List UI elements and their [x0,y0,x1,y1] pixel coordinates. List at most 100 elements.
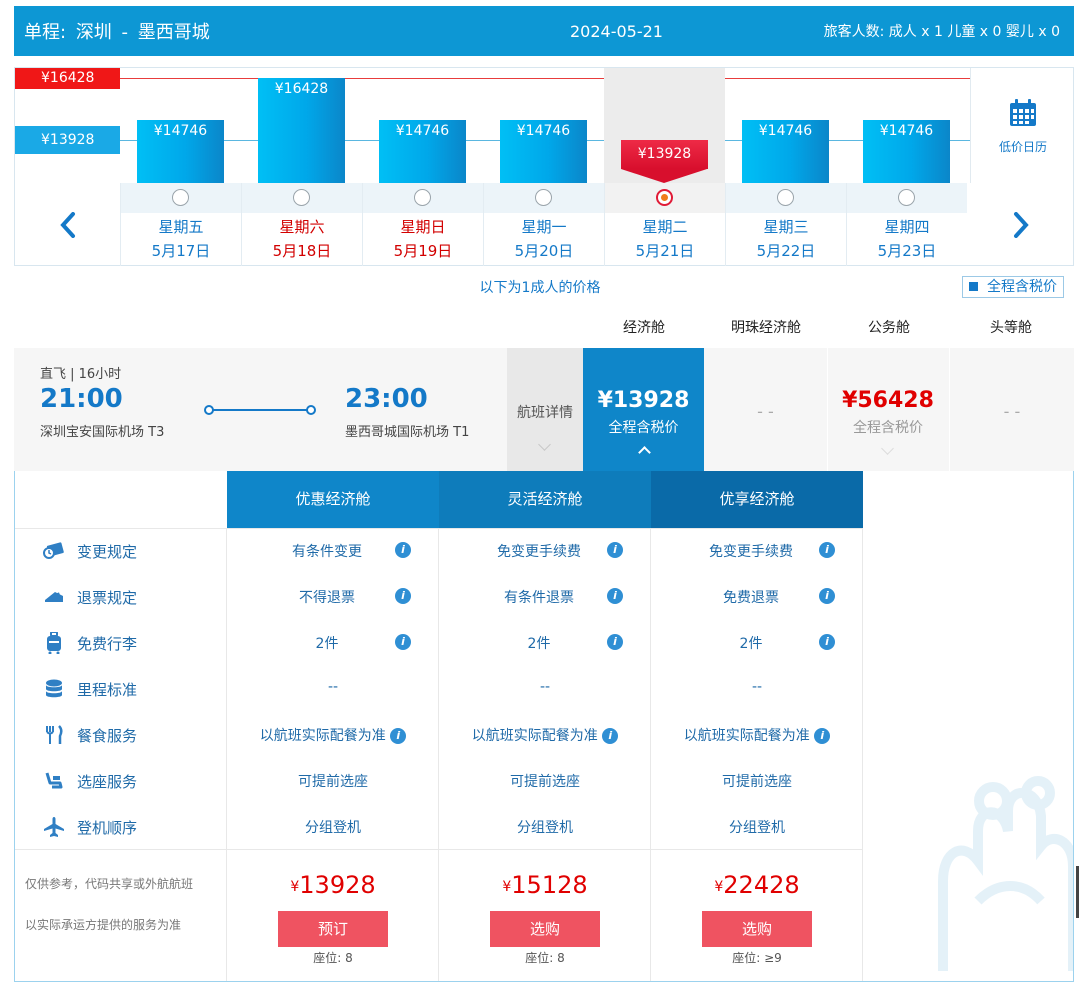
currency-symbol: ¥ [502,879,512,895]
fare-rule-value-text: 不得退票 [299,590,355,606]
info-icon[interactable]: i [607,588,623,604]
day-date: 5月20日 [514,242,574,260]
economy-fare-cell[interactable]: ¥13928 全程含税价 [583,348,704,471]
day-weekday: 星期六 [279,218,325,236]
day-radio-row [121,183,241,213]
day-radio[interactable] [535,189,552,206]
fare-rule-text: 免费行李 [77,634,138,653]
price-bar[interactable]: ¥14746 [500,119,587,183]
price-bar-chart: ¥16428 ¥13928 ¥14746 ¥16428 ¥14746 ¥14746 ¥1… [15,68,1073,183]
fare-rule-value-text: 以航班实际配餐为准 [683,728,810,744]
first-class-unavailable: - - [949,348,1074,471]
calendar-day[interactable]: 星期三 5月22日 [725,183,846,266]
departure-airport: 深圳宝安国际机场 T3 [40,425,165,440]
day-radio[interactable] [414,189,431,206]
info-icon[interactable]: i [819,542,835,558]
low-price-calendar-button[interactable]: 低价日历 [970,68,1073,183]
fare-rule-value-text: -- [539,679,551,695]
info-icon[interactable]: i [814,728,831,744]
fare-rule-value: 可提前选座 [227,771,439,791]
next-week-button[interactable] [968,183,1073,266]
purchase-button[interactable]: 选购 [702,911,812,947]
calendar-day[interactable]: 星期二 5月21日 [604,183,725,266]
meal-icon [43,724,65,746]
info-icon[interactable]: i [819,634,835,650]
day-radio-row [363,183,483,213]
seats-remaining: 座位: ≥9 [732,951,782,965]
fare-rule-value-text: 分组登机 [729,820,785,836]
departure-dot [204,405,214,415]
fare-column-flexible-economy: 灵活经济舱 [439,471,651,528]
day-radio-row [726,183,846,213]
max-price-tag: ¥16428 [15,68,120,89]
cabin-heading-business: 公务舱 [868,320,910,336]
fare-rule-value: 不得退票 i [227,587,439,607]
business-fare-cell[interactable]: ¥56428 全程含税价 [827,348,948,471]
prev-week-button[interactable] [15,183,120,266]
day-radio[interactable] [172,189,189,206]
day-radio-row [605,183,725,213]
day-radio[interactable] [293,189,310,206]
fare-rule-value: 分组登机 [227,817,439,837]
day-radio[interactable] [898,189,915,206]
info-icon[interactable]: i [607,542,623,558]
fare-rule-text: 退票规定 [77,588,138,607]
price-bar[interactable]: ¥14746 [742,119,829,183]
price-bar[interactable]: ¥14746 [379,119,466,183]
fare-rule-value-text: 以航班实际配餐为准 [471,728,598,744]
fare-rule-text: 里程标准 [77,680,138,699]
arrival-airport: 墨西哥城国际机场 T1 [345,425,470,440]
fare-price: ¥22428 [651,871,863,899]
fare-rule-value: 可提前选座 [439,771,651,791]
fare-rule-value: 可提前选座 [651,771,863,791]
day-radio[interactable] [777,189,794,206]
fare-rule-value-text: -- [327,679,339,695]
fare-rule-value: -- [651,679,863,695]
watermark-flower-icon [938,776,1073,971]
info-icon[interactable]: i [395,542,411,558]
calendar-day-strip: 星期五 5月17日 星期六 5月18日 星期日 5月19日 星期一 5月20日 星期二 5月21日… [15,183,1073,267]
day-weekday: 星期日 [400,218,446,236]
price-bar[interactable]: ¥16428 [258,78,345,183]
tax-included-toggle[interactable]: 全程含税价 [962,276,1064,298]
fare-column-premium-economy: 优享经济舱 [651,471,863,528]
info-icon[interactable]: i [607,634,623,650]
fare-rule-value: 免变更手续费 i [439,541,651,561]
fare-rule-value: -- [227,679,439,695]
trip-type: 单程: [24,22,67,43]
calendar-day[interactable]: 星期一 5月20日 [483,183,604,266]
fare-rule-text: 变更规定 [77,542,138,561]
refund-ticket-icon [43,586,65,608]
calendar-day[interactable]: 星期六 5月18日 [241,183,362,266]
day-radio[interactable] [656,189,673,206]
fare-rule-value: 有条件退票 i [439,587,651,607]
chevron-right-icon [1013,211,1029,238]
business-price: ¥56428 [842,388,934,413]
arrival-dot [306,405,316,415]
purchase-button[interactable]: 选购 [490,911,600,947]
premium-economy-unavailable: - - [757,402,774,421]
cabin-heading-first: 头等舱 [990,320,1032,336]
fare-rule-value: 以航班实际配餐为准 i [651,725,863,745]
info-icon[interactable]: i [819,588,835,604]
book-button[interactable]: 预订 [278,911,388,947]
info-icon[interactable]: i [395,634,411,650]
info-icon[interactable]: i [390,728,407,744]
calendar-day[interactable]: 星期日 5月19日 [362,183,483,266]
low-price-calendar-label: 低价日历 [998,140,1047,154]
service-footnote-1: 仅供参考，代码共享或外航航班 [25,877,194,891]
price-bar[interactable]: ¥14746 [863,119,950,183]
fare-rule-value-text: 分组登机 [517,820,573,836]
fare-rule-label: 变更规定 [43,540,137,562]
info-icon[interactable]: i [395,588,411,604]
travel-date: 2024-05-21 [570,21,663,41]
price-bar[interactable]: ¥13928 [621,140,708,183]
plane-icon [43,816,65,838]
fare-rule-text: 餐食服务 [77,726,138,745]
price-bar[interactable]: ¥14746 [137,119,224,183]
flight-details-button[interactable]: 航班详情 [507,348,583,471]
calendar-day[interactable]: 星期四 5月23日 [846,183,967,266]
info-icon[interactable]: i [602,728,619,744]
min-price-tag: ¥13928 [15,126,120,154]
calendar-day[interactable]: 星期五 5月17日 [120,183,241,266]
